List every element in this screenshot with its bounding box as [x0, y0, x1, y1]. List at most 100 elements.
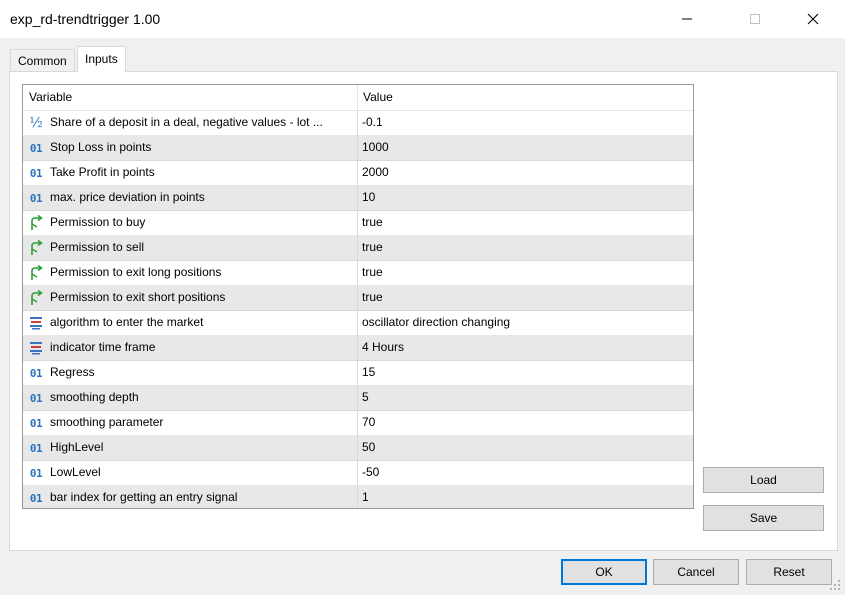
variable-cell[interactable]: 01 HighLevel: [23, 435, 358, 461]
integer-icon: 01: [29, 466, 43, 480]
value-cell[interactable]: oscillator direction changing: [358, 310, 693, 336]
variable-cell[interactable]: 01 Regress: [23, 360, 358, 386]
tab-common[interactable]: Common: [10, 49, 75, 72]
resize-grip-icon[interactable]: [829, 579, 841, 591]
integer-icon: 01: [29, 366, 43, 380]
value-cell[interactable]: 70: [358, 410, 693, 436]
fraction-icon: ½: [29, 115, 43, 131]
value-cell[interactable]: -50: [358, 460, 693, 486]
close-icon: [807, 13, 819, 25]
table-row[interactable]: 01 smoothing depth 5: [23, 385, 693, 411]
enum-icon: [28, 340, 44, 356]
value-cell[interactable]: -0.1: [358, 110, 693, 136]
tab-inputs[interactable]: Inputs: [77, 46, 126, 72]
minimize-icon: [682, 18, 692, 20]
maximize-icon: [750, 14, 760, 24]
variable-cell[interactable]: 01 Take Profit in points: [23, 160, 358, 186]
table-row[interactable]: indicator time frame 4 Hours: [23, 335, 693, 361]
variable-cell[interactable]: Permission to buy: [23, 210, 358, 236]
table-row[interactable]: 01 Stop Loss in points 1000: [23, 135, 693, 161]
value-text: 1000: [362, 140, 389, 154]
title-bar: exp_rd-trendtrigger 1.00: [0, 0, 845, 38]
variable-cell[interactable]: Permission to exit long positions: [23, 260, 358, 286]
variable-label: Stop Loss in points: [50, 140, 152, 154]
variable-cell[interactable]: 01 LowLevel: [23, 460, 358, 486]
window-title: exp_rd-trendtrigger 1.00: [10, 11, 161, 27]
value-text: 10: [362, 190, 376, 204]
value-text: 50: [362, 440, 376, 454]
table-row[interactable]: ½ Share of a deposit in a deal, negative …: [23, 110, 693, 136]
variable-cell[interactable]: Permission to exit short positions: [23, 285, 358, 311]
variable-cell[interactable]: indicator time frame: [23, 335, 358, 361]
value-cell[interactable]: 1000: [358, 135, 693, 161]
ok-button[interactable]: OK: [561, 559, 647, 585]
integer-icon: 01: [29, 191, 43, 205]
variable-label: algorithm to enter the market: [50, 315, 204, 329]
variable-cell[interactable]: 01 max. price deviation in points: [23, 185, 358, 211]
reset-button[interactable]: Reset: [746, 559, 832, 585]
table-row[interactable]: 01 LowLevel -50: [23, 460, 693, 486]
value-text: 1: [362, 490, 369, 504]
variable-label: Permission to exit short positions: [50, 290, 226, 304]
value-cell[interactable]: 5: [358, 385, 693, 411]
close-button[interactable]: [790, 0, 836, 38]
load-button[interactable]: Load: [703, 467, 824, 493]
table-row[interactable]: Permission to sell true: [23, 235, 693, 261]
table-row[interactable]: Permission to exit long positions true: [23, 260, 693, 286]
variable-cell[interactable]: 01 smoothing depth: [23, 385, 358, 411]
variable-cell[interactable]: Permission to sell: [23, 235, 358, 261]
value-text: 15: [362, 365, 376, 379]
value-cell[interactable]: 2000: [358, 160, 693, 186]
tab-strip: Common Inputs: [0, 38, 845, 72]
value-cell[interactable]: true: [358, 285, 693, 311]
value-cell[interactable]: 4 Hours: [358, 335, 693, 361]
variable-cell[interactable]: algorithm to enter the market: [23, 310, 358, 336]
variable-cell[interactable]: 01 bar index for getting an entry signal: [23, 485, 358, 508]
variable-label: Regress: [50, 365, 95, 379]
table-row[interactable]: algorithm to enter the market oscillator …: [23, 310, 693, 336]
variable-label: smoothing parameter: [50, 415, 164, 429]
value-cell[interactable]: 10: [358, 185, 693, 211]
value-cell[interactable]: true: [358, 210, 693, 236]
variable-label: Share of a deposit in a deal, negative v…: [50, 115, 323, 129]
value-cell[interactable]: true: [358, 260, 693, 286]
table-row[interactable]: 01 bar index for getting an entry signal 1: [23, 485, 693, 508]
enum-icon: [28, 315, 44, 331]
table-row[interactable]: 01 Take Profit in points 2000: [23, 160, 693, 186]
value-text: true: [362, 265, 383, 279]
column-header-variable[interactable]: Variable: [23, 85, 358, 110]
table-row[interactable]: 01 max. price deviation in points 10: [23, 185, 693, 211]
value-cell[interactable]: 1: [358, 485, 693, 508]
table-row[interactable]: 01 HighLevel 50: [23, 435, 693, 461]
variable-cell[interactable]: 01 smoothing parameter: [23, 410, 358, 436]
value-cell[interactable]: true: [358, 235, 693, 261]
table-row[interactable]: Permission to buy true: [23, 210, 693, 236]
value-text: -0.1: [362, 115, 383, 129]
column-header-value[interactable]: Value: [357, 85, 693, 110]
integer-icon: 01: [29, 491, 43, 505]
value-text: true: [362, 240, 383, 254]
value-text: 2000: [362, 165, 389, 179]
integer-icon: 01: [29, 416, 43, 430]
variable-label: Permission to sell: [50, 240, 145, 254]
table-row[interactable]: 01 smoothing parameter 70: [23, 410, 693, 436]
integer-icon: 01: [29, 166, 43, 180]
bool-arrow-icon: [28, 290, 44, 306]
variable-label: max. price deviation in points: [50, 190, 205, 204]
variable-cell[interactable]: ½ Share of a deposit in a deal, negative …: [23, 110, 358, 136]
minimize-button[interactable]: [664, 0, 710, 38]
bool-arrow-icon: [28, 215, 44, 231]
value-text: 4 Hours: [362, 340, 405, 354]
variable-label: HighLevel: [50, 440, 104, 454]
value-cell[interactable]: 50: [358, 435, 693, 461]
table-row[interactable]: Permission to exit short positions true: [23, 285, 693, 311]
variable-cell[interactable]: 01 Stop Loss in points: [23, 135, 358, 161]
bool-arrow-icon: [28, 240, 44, 256]
cancel-button[interactable]: Cancel: [653, 559, 739, 585]
maximize-button[interactable]: [732, 0, 778, 38]
value-cell[interactable]: 15: [358, 360, 693, 386]
table-row[interactable]: 01 Regress 15: [23, 360, 693, 386]
value-text: 5: [362, 390, 369, 404]
value-text: -50: [362, 465, 380, 479]
save-button[interactable]: Save: [703, 505, 824, 531]
